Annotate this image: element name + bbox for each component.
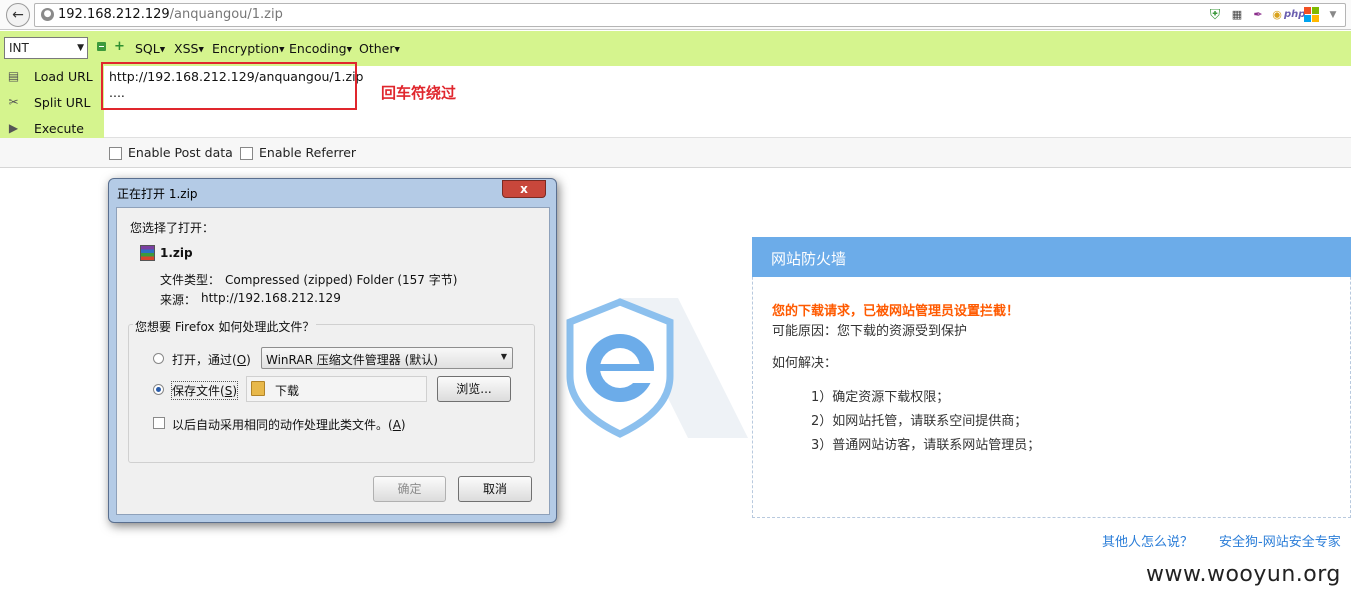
enable-post-label[interactable]: Enable Post data (128, 145, 233, 160)
file-type-label: 文件类型： (160, 273, 221, 287)
highlight-box (101, 62, 357, 110)
firewall-panel (752, 237, 1351, 518)
firewall-step: 2）如网站托管，请联系空间提供商； (811, 414, 1028, 429)
dialog-title: 正在打开 1.zip (117, 187, 198, 201)
menu-label: Other (359, 41, 395, 56)
source-label: 来源： (160, 293, 197, 307)
url-text[interactable]: 192.168.212.129/anquangou/1.zip (58, 7, 283, 22)
winrar-archive-icon (140, 245, 155, 261)
open-with-label[interactable]: 打开，通过(O) (172, 351, 251, 368)
execute-label: Execute (34, 121, 84, 136)
load-url-button[interactable]: ▤ Load URL (4, 66, 102, 88)
firewall-step: 3）普通网站访客，请联系网站管理员； (811, 438, 1041, 453)
type-select[interactable]: INT ▼ (4, 37, 88, 59)
open-with-radio[interactable] (153, 353, 164, 364)
shield-check-icon[interactable]: ⛨ (1207, 7, 1223, 23)
save-file-text: 保存文件( (172, 384, 225, 398)
annotation-label: 回车符绕过 (381, 84, 457, 102)
execute-button[interactable]: ▶ Execute (4, 118, 102, 140)
caret-icon: ▼ (159, 45, 166, 54)
menu-label: Encoding (289, 41, 347, 56)
firewall-reason: 可能原因：您下载的资源受到保护 (772, 324, 968, 339)
file-name: 1.zip (160, 246, 193, 260)
chevron-down-icon: ▼ (500, 352, 507, 361)
type-select-value: INT (9, 41, 29, 55)
browse-button[interactable]: 浏览... (437, 376, 511, 402)
save-folder-value: 下载 (275, 384, 300, 398)
back-arrow-icon: ← (12, 7, 24, 23)
windows-icon[interactable] (1304, 7, 1320, 23)
caret-icon: ▼ (346, 45, 352, 54)
caret-icon: ▼ (394, 45, 400, 54)
dropdown-icon[interactable]: ▼ (1325, 7, 1341, 23)
menu-xss[interactable]: XSS▼ (174, 41, 204, 56)
auto-action-accesskey: A (392, 418, 401, 432)
save-file-accesskey: S (224, 384, 233, 398)
save-folder-field (246, 376, 427, 402)
open-with-accesskey: O (236, 353, 247, 367)
cancel-button[interactable]: 取消 (458, 476, 532, 502)
php-icon[interactable]: php (1284, 7, 1305, 23)
watermark: www.wooyun.org (1146, 562, 1341, 587)
ok-button[interactable]: 确定 (373, 476, 446, 502)
dialog-intro: 您选择了打开： (130, 221, 215, 235)
close-button[interactable]: x (502, 180, 546, 198)
open-with-text: 打开，通过( (172, 353, 237, 367)
url-host: 192.168.212.129 (58, 7, 170, 22)
menu-sql[interactable]: SQL▼ (135, 41, 165, 56)
safedog-link[interactable]: 安全狗-网站安全专家 (1219, 531, 1341, 550)
open-with-app-select[interactable]: WinRAR 压缩文件管理器 (默认) ▼ (261, 347, 513, 369)
auto-action-label[interactable]: 以后自动采用相同的动作处理此类文件。(A) (172, 416, 406, 433)
menu-encoding[interactable]: Encoding▼ (289, 41, 352, 56)
plus-icon[interactable]: + (114, 40, 125, 53)
menu-label: SQL (135, 41, 160, 56)
menu-other[interactable]: Other▼ (359, 41, 400, 56)
close-icon: x (520, 182, 528, 196)
back-button[interactable]: ← (6, 3, 30, 27)
url-path: /anquangou/1.zip (169, 7, 283, 22)
scissors-icon: ✂ (8, 95, 19, 109)
firewall-title: 网站防火墙 (771, 250, 847, 268)
open-with-app-value: WinRAR 压缩文件管理器 (默认) (266, 353, 438, 367)
save-file-radio[interactable] (153, 384, 164, 395)
menu-label: XSS (174, 41, 199, 56)
menu-encryption[interactable]: Encryption▼ (212, 41, 285, 56)
caret-icon: ▼ (198, 45, 204, 54)
lock-icon[interactable]: ◉ (1269, 7, 1285, 23)
auto-action-checkbox[interactable] (153, 417, 165, 429)
auto-action-text: 以后自动采用相同的动作处理此类文件。( (172, 418, 393, 432)
minus-icon[interactable] (97, 42, 106, 51)
folder-icon (251, 381, 265, 396)
qr-code-icon[interactable]: ▦ (1229, 7, 1245, 23)
enable-referrer-checkbox[interactable] (240, 147, 253, 160)
enable-referrer-label[interactable]: Enable Referrer (259, 145, 356, 160)
feather-icon[interactable]: ✒ (1250, 7, 1266, 23)
source-value: http://192.168.212.129 (201, 291, 341, 305)
enable-post-checkbox[interactable] (109, 147, 122, 160)
load-url-icon: ▤ (7, 69, 20, 83)
play-icon: ▶ (8, 121, 19, 135)
globe-icon: ● (41, 8, 54, 21)
split-url-label: Split URL (34, 95, 91, 110)
save-file-label[interactable]: 保存文件(S) (171, 381, 238, 400)
firewall-step: 1）确定资源下载权限； (811, 390, 950, 405)
menu-label: Encryption (212, 41, 280, 56)
load-url-label: Load URL (34, 69, 93, 84)
firewall-alert: 您的下载请求，已被网站管理员设置拦截！ (772, 304, 1020, 319)
action-question: 您想要 Firefox 如何处理此文件？ (133, 318, 317, 335)
file-type-value: Compressed (zipped) Folder (157 字节) (225, 273, 458, 287)
caret-icon: ▼ (279, 45, 285, 54)
shield-logo-icon (566, 298, 748, 438)
chevron-down-icon: ▼ (77, 43, 84, 53)
firewall-how: 如何解决： (772, 356, 838, 371)
split-url-button[interactable]: ✂ Split URL (4, 92, 102, 114)
others-say-link[interactable]: 其他人怎么说？ (1102, 531, 1193, 550)
